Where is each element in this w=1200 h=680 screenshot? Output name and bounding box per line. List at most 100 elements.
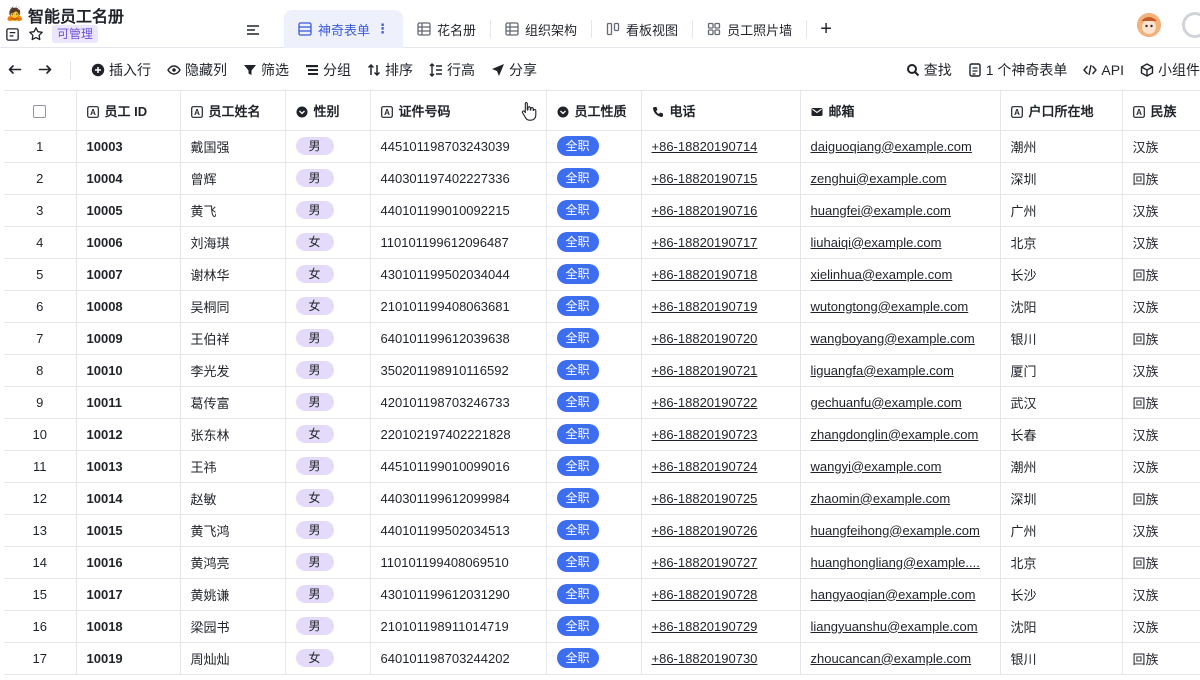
ethnicity-cell[interactable]: 回族 [1122,386,1200,419]
employee-id-cell[interactable]: 10010 [76,354,181,387]
ethnicity-cell[interactable]: 汉族 [1122,354,1200,387]
select-all-checkbox[interactable] [33,104,47,118]
employee-id-cell[interactable]: 10003 [76,130,181,163]
employee-name-cell[interactable]: 黄鸿亮 [180,546,286,579]
gender-cell[interactable]: 男 [285,578,371,611]
phone-cell[interactable]: +86-18820190720 [641,322,801,355]
employee-id-cell[interactable]: 10009 [76,322,181,355]
phone-cell[interactable]: +86-18820190716 [641,194,801,227]
email-link[interactable]: huangfei@example.com [811,203,951,218]
phone-cell[interactable]: +86-18820190724 [641,450,801,483]
employee-id-cell[interactable]: 10012 [76,418,181,451]
employment-type-cell[interactable]: 全职 [546,578,642,611]
hukou-cell[interactable]: 北京 [1000,226,1123,259]
phone-cell[interactable]: +86-18820190715 [641,162,801,195]
email-link[interactable]: hangyaoqian@example.com [811,587,976,602]
phone-link[interactable]: +86-18820190716 [652,203,758,218]
employment-type-cell[interactable]: 全职 [546,418,642,451]
email-link[interactable]: huangfeihong@example.com [811,523,980,538]
employment-type-cell[interactable]: 全职 [546,226,642,259]
email-cell[interactable]: xielinhua@example.com [800,258,1001,291]
employee-name-cell[interactable]: 曾辉 [180,162,286,195]
phone-cell[interactable]: +86-18820190728 [641,578,801,611]
gender-cell[interactable]: 男 [285,322,371,355]
email-cell[interactable]: huangfei@example.com [800,194,1001,227]
id-number-cell[interactable]: 440301197402227336 [370,162,547,195]
ethnicity-cell[interactable]: 汉族 [1122,450,1200,483]
gender-cell[interactable]: 男 [285,610,371,643]
ethnicity-cell[interactable]: 汉族 [1122,290,1200,323]
column-header-id-number[interactable]: A 证件号码 [370,91,547,131]
tab-roster[interactable]: 花名册 [403,10,490,48]
employment-type-cell[interactable]: 全职 [546,642,642,675]
phone-link[interactable]: +86-18820190723 [652,427,758,442]
phone-link[interactable]: +86-18820190718 [652,267,758,282]
ethnicity-cell[interactable]: 汉族 [1122,226,1200,259]
api-button[interactable]: API [1083,49,1124,91]
employment-type-cell[interactable]: 全职 [546,546,642,579]
redo-button[interactable] [38,49,56,91]
email-cell[interactable]: hangyaoqian@example.com [800,578,1001,611]
email-link[interactable]: liguangfa@example.com [811,363,954,378]
gender-cell[interactable]: 男 [285,546,371,579]
add-view-button[interactable]: + [807,10,845,48]
gender-cell[interactable]: 男 [285,194,371,227]
id-number-cell[interactable]: 430101199502034044 [370,258,547,291]
employee-id-cell[interactable]: 10013 [76,450,181,483]
select-all-cell[interactable] [4,91,77,131]
employee-name-cell[interactable]: 周灿灿 [180,642,286,675]
ethnicity-cell[interactable]: 汉族 [1122,514,1200,547]
column-header-email[interactable]: 邮箱 [800,91,1001,131]
email-link[interactable]: wutongtong@example.com [811,299,969,314]
id-number-cell[interactable]: 445101198703243039 [370,130,547,163]
id-number-cell[interactable]: 220102197402221828 [370,418,547,451]
employee-id-cell[interactable]: 10014 [76,482,181,515]
hukou-cell[interactable]: 潮州 [1000,130,1123,163]
employee-name-cell[interactable]: 黄姚谦 [180,578,286,611]
email-link[interactable]: zhangdonglin@example.com [811,427,979,442]
phone-link[interactable]: +86-18820190730 [652,651,758,666]
phone-link[interactable]: +86-18820190729 [652,619,758,634]
phone-cell[interactable]: +86-18820190723 [641,418,801,451]
email-cell[interactable]: daiguoqiang@example.com [800,130,1001,163]
phone-cell[interactable]: +86-18820190729 [641,610,801,643]
tab-magic-form[interactable]: 神奇表单 ⋮ [284,10,404,48]
employment-type-cell[interactable]: 全职 [546,482,642,515]
email-link[interactable]: xielinhua@example.com [811,267,953,282]
hukou-cell[interactable]: 北京 [1000,546,1123,579]
table-row[interactable]: 15 10017 黄姚谦男 430101199612031290 全职 +86-18820… [4,578,1200,611]
ethnicity-cell[interactable]: 回族 [1122,258,1200,291]
hide-columns-button[interactable]: 隐藏列 [167,49,227,91]
email-cell[interactable]: zhangdonglin@example.com [800,418,1001,451]
phone-link[interactable]: +86-18820190728 [652,587,758,602]
phone-link[interactable]: +86-18820190720 [652,331,758,346]
employment-type-cell[interactable]: 全职 [546,514,642,547]
table-row[interactable]: 3 10005 黄飞男 440101199010092215 全职 +86-1882019… [4,194,1200,227]
phone-link[interactable]: +86-18820190727 [652,555,758,570]
table-row[interactable]: 14 10016 黄鸿亮男 110101199408069510 全职 +86-18820… [4,546,1200,579]
gender-cell[interactable]: 男 [285,514,371,547]
email-cell[interactable]: zhaomin@example.com [800,482,1001,515]
ethnicity-cell[interactable]: 回族 [1122,642,1200,675]
email-cell[interactable]: liuhaiqi@example.com [800,226,1001,259]
id-number-cell[interactable]: 110101199612096487 [370,226,547,259]
insert-row-button[interactable]: 插入行 [91,49,151,91]
employment-type-cell[interactable]: 全职 [546,610,642,643]
phone-cell[interactable]: +86-18820190725 [641,482,801,515]
ethnicity-cell[interactable]: 汉族 [1122,130,1200,163]
email-cell[interactable]: wangboyang@example.com [800,322,1001,355]
column-header-ethnicity[interactable]: A 民族 [1122,91,1200,131]
ethnicity-cell[interactable]: 汉族 [1122,578,1200,611]
table-row[interactable]: 8 10010 李光发男 350201198910116592 全职 +86-188201… [4,354,1200,387]
phone-cell[interactable]: +86-18820190714 [641,130,801,163]
employee-id-cell[interactable]: 10011 [76,386,181,419]
gender-cell[interactable]: 男 [285,130,371,163]
employment-type-cell[interactable]: 全职 [546,354,642,387]
email-link[interactable]: zhaomin@example.com [811,491,951,506]
employee-name-cell[interactable]: 李光发 [180,354,286,387]
phone-link[interactable]: +86-18820190719 [652,299,758,314]
employee-name-cell[interactable]: 戴国强 [180,130,286,163]
email-cell[interactable]: gechuanfu@example.com [800,386,1001,419]
employee-id-cell[interactable]: 10015 [76,514,181,547]
phone-link[interactable]: +86-18820190722 [652,395,758,410]
